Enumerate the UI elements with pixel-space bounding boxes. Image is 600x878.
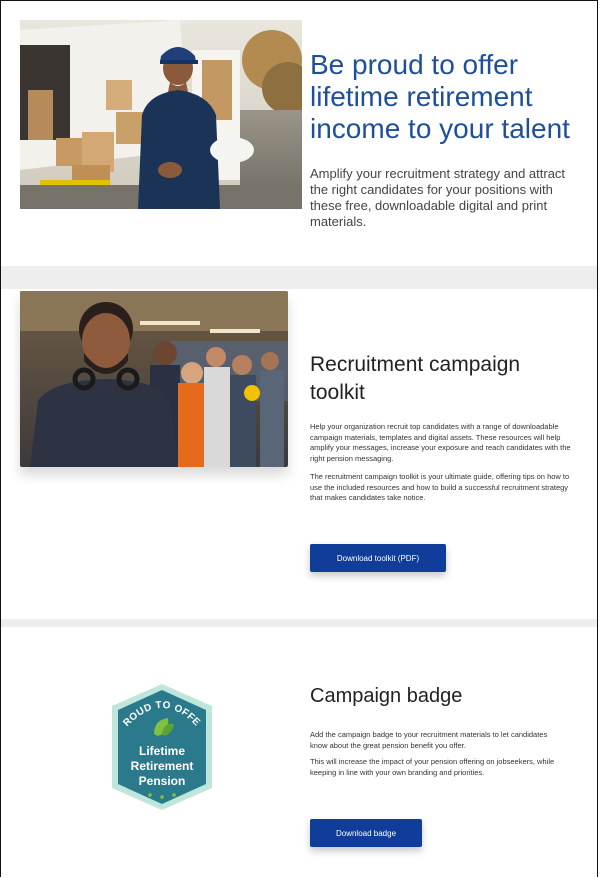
toolkit-image-workers: [20, 291, 288, 467]
badge-section: PROUD TO OFFER Lifetime Retirement Pensi…: [1, 627, 597, 877]
hero-description: Amplify your recruitment strategy and at…: [310, 166, 566, 229]
badge-line-3: Pension: [139, 774, 186, 788]
toolkit-section: Recruitment campaign toolkit Help your o…: [1, 289, 597, 619]
download-toolkit-button[interactable]: Download toolkit (PDF): [310, 544, 446, 572]
campaign-badge-image: PROUD TO OFFER Lifetime Retirement Pensi…: [104, 674, 216, 812]
toolkit-title: Recruitment campaign toolkit: [310, 353, 521, 404]
badge-line-2: Retirement: [131, 759, 194, 773]
toolkit-paragraph-1: Help your organization recruit top candi…: [310, 422, 571, 463]
toolkit-paragraph-2: The recruitment campaign toolkit is your…: [310, 472, 570, 502]
page-frame: Be proud to offer lifetime retirement in…: [0, 0, 598, 877]
section-divider: [1, 619, 597, 627]
badge-title: Campaign badge: [310, 685, 463, 707]
badge-line-1: Lifetime: [139, 744, 185, 758]
badge-paragraph-1: Add the campaign badge to your recruitme…: [310, 730, 548, 750]
hero-section: Be proud to offer lifetime retirement in…: [1, 1, 597, 266]
badge-paragraph-2: This will increase the impact of your pe…: [310, 757, 555, 777]
download-badge-button[interactable]: Download badge: [310, 819, 422, 847]
hero-image-delivery-worker: [20, 20, 302, 209]
hero-title: Be proud to offer lifetime retirement in…: [310, 49, 570, 144]
section-divider: [1, 266, 597, 289]
